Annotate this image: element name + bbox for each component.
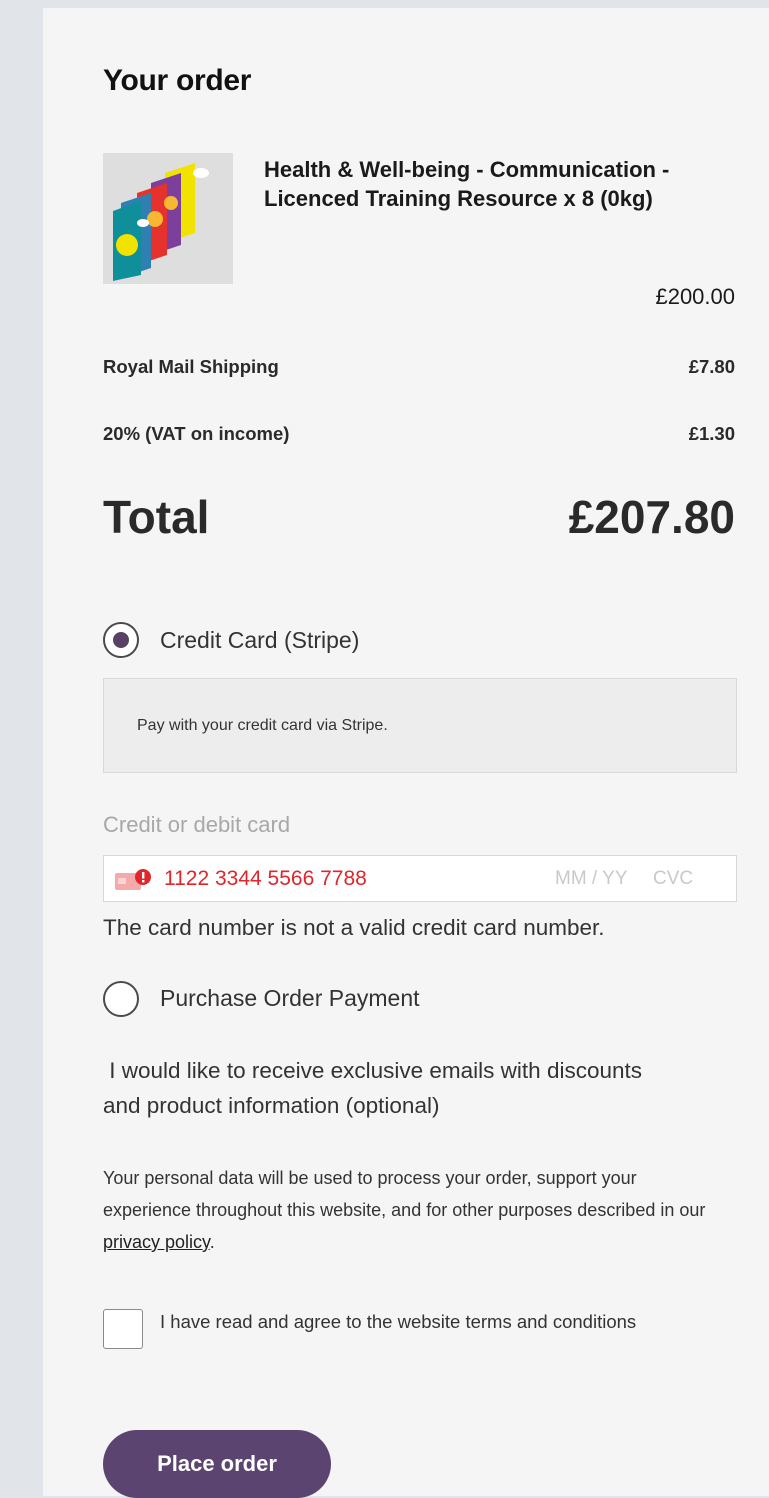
privacy-text-end: . bbox=[209, 1232, 215, 1252]
stripe-description-box: Pay with your credit card via Stripe. bbox=[103, 678, 737, 773]
card-input[interactable]: 1122 3344 5566 7788 MM / YY CVC bbox=[103, 855, 737, 902]
newsletter-optin-text[interactable]: I would like to receive exclusive emails… bbox=[103, 1053, 663, 1123]
card-field-label: Credit or debit card bbox=[103, 812, 291, 837]
shipping-label: Royal Mail Shipping bbox=[103, 356, 279, 377]
stripe-description: Pay with your credit card via Stripe. bbox=[137, 717, 388, 734]
terms-label[interactable]: I have read and agree to the website ter… bbox=[160, 1306, 700, 1338]
card-cvc-placeholder[interactable]: CVC bbox=[653, 868, 693, 890]
credit-card-radio[interactable] bbox=[103, 622, 139, 658]
total-label: Total bbox=[103, 491, 210, 543]
card-error-message: The card number is not a valid credit ca… bbox=[103, 915, 605, 940]
card-number-value[interactable]: 1122 3344 5566 7788 bbox=[164, 867, 367, 891]
privacy-policy-link[interactable]: privacy policy bbox=[103, 1232, 210, 1252]
privacy-text: Your personal data will be used to proce… bbox=[103, 1168, 706, 1220]
product-thumbnail bbox=[103, 153, 233, 284]
purchase-order-label[interactable]: Purchase Order Payment bbox=[160, 985, 420, 1012]
product-price: £200.00 bbox=[655, 284, 735, 309]
shipping-value: £7.80 bbox=[688, 356, 735, 377]
total-value: £207.80 bbox=[568, 491, 735, 543]
place-order-button[interactable]: Place order bbox=[103, 1430, 331, 1498]
credit-card-label[interactable]: Credit Card (Stripe) bbox=[160, 627, 359, 654]
card-expiry-placeholder[interactable]: MM / YY bbox=[555, 868, 628, 890]
privacy-notice: Your personal data will be used to proce… bbox=[103, 1162, 723, 1258]
card-error-icon bbox=[114, 869, 154, 891]
product-name: Health & Well-being - Communication - Li… bbox=[264, 157, 670, 211]
radio-selected-dot bbox=[113, 632, 129, 648]
purchase-order-radio[interactable] bbox=[103, 981, 139, 1017]
terms-checkbox[interactable] bbox=[103, 1309, 143, 1349]
vat-value: £1.30 bbox=[688, 423, 735, 444]
vat-label: 20% (VAT on income) bbox=[103, 423, 290, 444]
order-title: Your order bbox=[103, 64, 252, 97]
